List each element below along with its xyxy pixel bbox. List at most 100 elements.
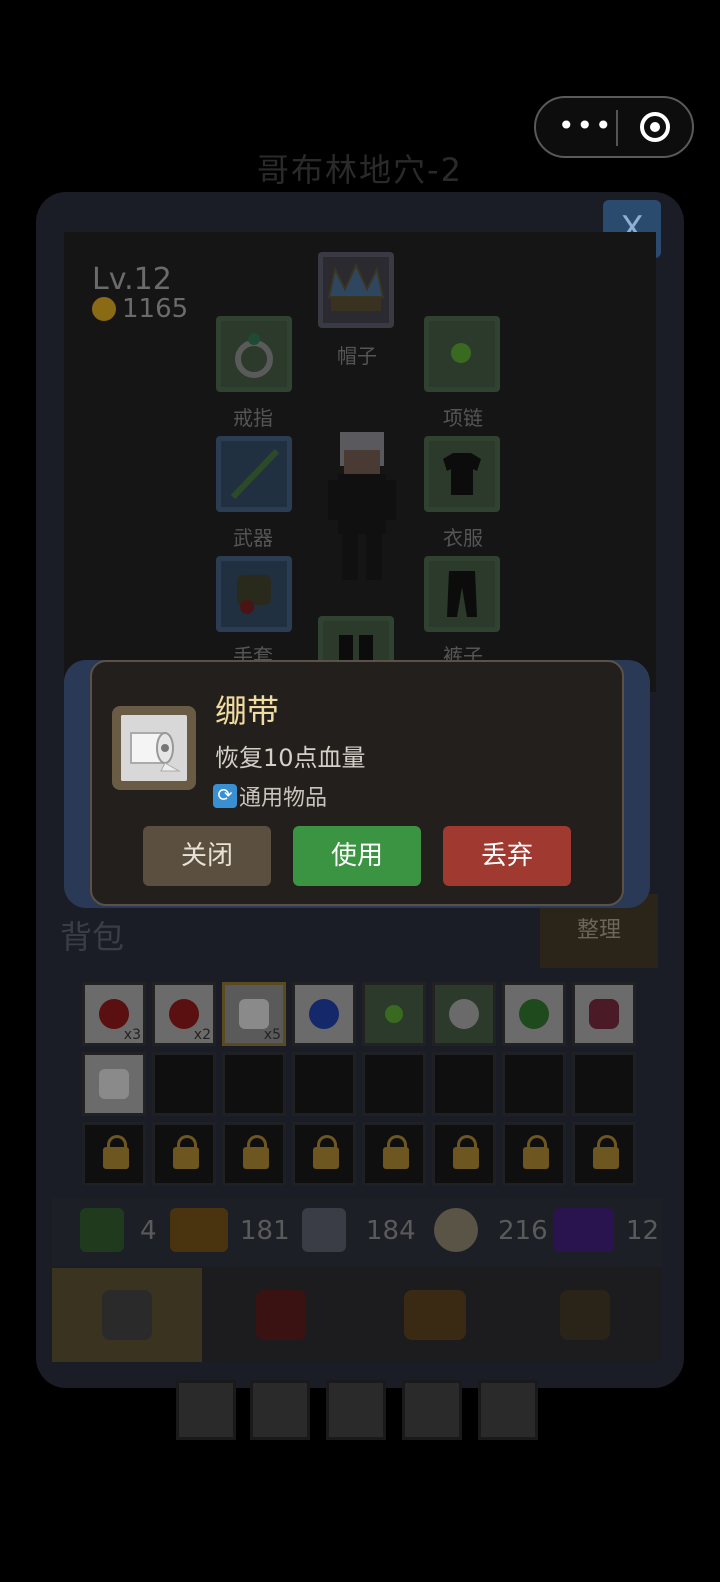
inventory-slot[interactable] bbox=[572, 982, 636, 1046]
locked-slot[interactable] bbox=[222, 1122, 286, 1186]
armor-icon bbox=[443, 453, 481, 495]
herb-icon bbox=[80, 1208, 124, 1252]
meat-icon bbox=[589, 999, 619, 1029]
tab-book-red-icon[interactable] bbox=[256, 1290, 306, 1340]
inventory-slot[interactable] bbox=[502, 982, 566, 1046]
iron-ore-icon bbox=[302, 1208, 346, 1252]
mini-program-capsule: ••• bbox=[534, 96, 694, 158]
locked-slot[interactable] bbox=[152, 1122, 216, 1186]
necklace-label: 项链 bbox=[443, 406, 483, 430]
item-name: 绷带 bbox=[215, 692, 280, 730]
locked-slot[interactable] bbox=[292, 1122, 356, 1186]
ring-icon bbox=[235, 333, 273, 378]
use-button[interactable]: 使用 bbox=[293, 826, 421, 886]
green-gem-icon bbox=[451, 343, 471, 363]
inventory-slot-empty[interactable] bbox=[572, 1052, 636, 1116]
weapon-label: 武器 bbox=[233, 526, 273, 550]
lock-icon bbox=[243, 1135, 269, 1169]
red-potion-icon bbox=[169, 999, 199, 1029]
tab-journal-icon[interactable] bbox=[404, 1290, 466, 1340]
quickbar-slot[interactable] bbox=[250, 1380, 310, 1440]
crown-icon bbox=[327, 262, 385, 311]
clothes-slot[interactable] bbox=[424, 436, 500, 512]
backpack-icon bbox=[102, 1290, 152, 1340]
item-category: ⟳ 通用物品 bbox=[213, 780, 327, 812]
clothes-label: 衣服 bbox=[443, 526, 483, 550]
inventory-slot[interactable] bbox=[292, 982, 356, 1046]
hat-label: 帽子 bbox=[337, 344, 377, 368]
bandage-icon bbox=[99, 1069, 129, 1099]
lock-icon bbox=[593, 1135, 619, 1169]
close-program-icon[interactable] bbox=[640, 112, 670, 142]
more-icon[interactable]: ••• bbox=[558, 112, 614, 140]
quickbar-slot[interactable] bbox=[478, 1380, 538, 1440]
inventory-slot[interactable]: x2 bbox=[152, 982, 216, 1046]
inventory-slot-empty[interactable] bbox=[292, 1052, 356, 1116]
necklace-slot[interactable] bbox=[424, 316, 500, 392]
locked-slot[interactable] bbox=[362, 1122, 426, 1186]
lock-icon bbox=[173, 1135, 199, 1169]
lock-icon bbox=[523, 1135, 549, 1169]
tab-skull-icon[interactable] bbox=[560, 1290, 610, 1340]
close-button[interactable]: 关闭 bbox=[143, 826, 271, 886]
quickbar-slot[interactable] bbox=[176, 1380, 236, 1440]
lock-icon bbox=[453, 1135, 479, 1169]
locked-slot[interactable] bbox=[502, 1122, 566, 1186]
gloves-slot[interactable] bbox=[216, 556, 292, 632]
drop-button[interactable]: 丢弃 bbox=[443, 826, 571, 886]
resource-bar: 4 181 184 216 12 bbox=[52, 1198, 662, 1266]
herb-count: 4 bbox=[140, 1216, 157, 1246]
bandage-icon bbox=[239, 999, 269, 1029]
weapon-slot[interactable] bbox=[216, 436, 292, 512]
item-count: x2 bbox=[193, 1027, 211, 1043]
hat-slot[interactable] bbox=[318, 252, 394, 328]
iron-count: 184 bbox=[366, 1216, 416, 1246]
quickbar-slot[interactable] bbox=[326, 1380, 386, 1440]
locked-slot[interactable] bbox=[82, 1122, 146, 1186]
quickbar-slot[interactable] bbox=[402, 1380, 462, 1440]
item-count: x3 bbox=[123, 1027, 141, 1043]
wood-log-icon bbox=[170, 1208, 228, 1252]
inventory-slot-empty[interactable] bbox=[222, 1052, 286, 1116]
inventory-slot-empty[interactable] bbox=[502, 1052, 566, 1116]
sync-icon: ⟳ bbox=[213, 784, 237, 808]
red-potion-icon bbox=[99, 999, 129, 1029]
inventory-slot-empty[interactable] bbox=[362, 1052, 426, 1116]
pants-icon bbox=[447, 571, 477, 617]
yarn-count: 216 bbox=[498, 1216, 548, 1246]
inventory-slot-empty[interactable] bbox=[432, 1052, 496, 1116]
portal-count: 12 bbox=[626, 1216, 660, 1246]
gauntlet-icon bbox=[237, 575, 271, 614]
portal-scroll-icon bbox=[554, 1208, 614, 1252]
blue-potion-icon bbox=[309, 999, 339, 1029]
wood-count: 181 bbox=[240, 1216, 290, 1246]
locked-slot[interactable] bbox=[432, 1122, 496, 1186]
lock-icon bbox=[383, 1135, 409, 1169]
inventory-slot[interactable] bbox=[362, 982, 426, 1046]
player-level: Lv.12 bbox=[92, 262, 172, 297]
inventory-slot[interactable] bbox=[82, 1052, 146, 1116]
slime-icon bbox=[519, 999, 549, 1029]
skull-mask-icon bbox=[449, 999, 479, 1029]
inventory-slot-selected[interactable]: x5 bbox=[222, 982, 286, 1046]
coin-icon bbox=[92, 297, 116, 321]
locked-slot[interactable] bbox=[572, 1122, 636, 1186]
lock-icon bbox=[313, 1135, 339, 1169]
sword-icon bbox=[230, 448, 280, 500]
ring-slot[interactable] bbox=[216, 316, 292, 392]
lock-icon bbox=[103, 1135, 129, 1169]
item-description: 恢复10点血量 bbox=[215, 744, 366, 772]
hero-sprite bbox=[328, 432, 396, 580]
capsule-divider bbox=[616, 110, 618, 146]
ring-label: 戒指 bbox=[233, 406, 273, 430]
inventory-slot-empty[interactable] bbox=[152, 1052, 216, 1116]
bandage-icon bbox=[121, 715, 187, 781]
inventory-slot[interactable] bbox=[432, 982, 496, 1046]
inventory-slot[interactable]: x3 bbox=[82, 982, 146, 1046]
item-category-label: 通用物品 bbox=[239, 786, 328, 811]
gold-amount: 1165 bbox=[122, 294, 189, 324]
gold-display: 1165 bbox=[92, 294, 188, 324]
backpack-title: 背包 bbox=[60, 918, 125, 956]
yarn-icon bbox=[434, 1208, 478, 1252]
pants-slot[interactable] bbox=[424, 556, 500, 632]
